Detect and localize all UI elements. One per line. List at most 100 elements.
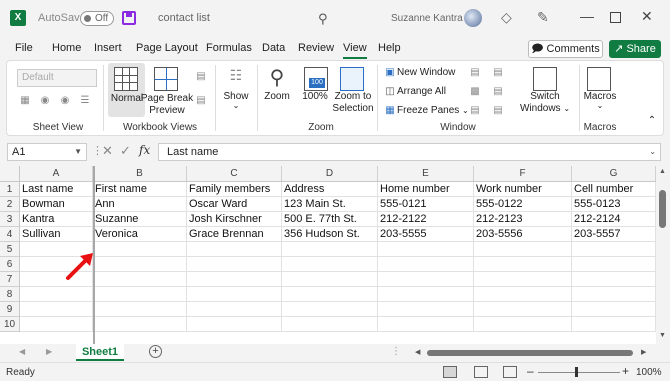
cell-b3[interactable]: Suzanne [93, 212, 187, 227]
cell-g7[interactable] [572, 272, 656, 287]
page-layout-status-icon[interactable] [474, 366, 488, 378]
row-header-3[interactable]: 3 [0, 212, 20, 227]
scroll-left-icon[interactable]: ◀ [415, 348, 420, 356]
column-header-a[interactable]: A [20, 166, 93, 182]
zoom-button[interactable]: Zoom [261, 91, 293, 102]
cell-f7[interactable] [474, 272, 572, 287]
cell-b9[interactable] [93, 302, 187, 317]
cell-c4[interactable]: Grace Brennan [187, 227, 282, 242]
vertical-scroll-thumb[interactable] [659, 190, 666, 228]
tab-home[interactable]: Home [52, 42, 81, 54]
cell-d1[interactable]: Address [282, 182, 378, 197]
horizontal-scrollbar[interactable]: ◀ ▶ [415, 348, 655, 358]
zoom-selection-label-2[interactable]: Selection [325, 103, 381, 114]
scroll-right-icon[interactable]: ▶ [641, 348, 646, 356]
cell-g8[interactable] [572, 287, 656, 302]
cell-a1[interactable]: Last name [20, 182, 93, 197]
cell-g9[interactable] [572, 302, 656, 317]
cell-a9[interactable] [20, 302, 93, 317]
view-side-by-side-icon[interactable]: ▤ [492, 67, 504, 79]
scroll-down-icon[interactable]: ▼ [659, 332, 666, 339]
cell-e6[interactable] [378, 257, 474, 272]
row-header-6[interactable]: 6 [0, 257, 20, 272]
column-header-f[interactable]: F [474, 166, 572, 182]
chevron-down-icon[interactable]: ⌄ [649, 144, 656, 160]
tab-data[interactable]: Data [262, 42, 285, 54]
cell-c10[interactable] [187, 317, 282, 332]
cell-e5[interactable] [378, 242, 474, 257]
row-header-2[interactable]: 2 [0, 197, 20, 212]
search-icon[interactable]: ⚲ [318, 11, 328, 27]
cell-f4[interactable]: 203-5556 [474, 227, 572, 242]
user-name[interactable]: Suzanne Kantra [391, 13, 463, 24]
new-window-button[interactable]: New Window [397, 67, 455, 78]
page-layout-view-icon[interactable]: ▤ [195, 71, 207, 83]
tab-help[interactable]: Help [378, 42, 401, 54]
cell-e7[interactable] [378, 272, 474, 287]
cell-e4[interactable]: 203-5555 [378, 227, 474, 242]
pen-icon[interactable]: ✎ [537, 9, 549, 26]
cancel-icon[interactable]: ✕ [102, 143, 113, 159]
sheet-nav-left-icon[interactable]: ◀ [19, 347, 25, 356]
page-break-status-icon[interactable] [503, 366, 517, 378]
sheet-view-exit-icon[interactable]: ◉ [39, 95, 51, 107]
cell-f9[interactable] [474, 302, 572, 317]
cell-e8[interactable] [378, 287, 474, 302]
minimize-button[interactable]: — [580, 8, 594, 24]
column-header-g[interactable]: G [572, 166, 656, 182]
zoom-slider-thumb[interactable] [575, 367, 578, 377]
row-header-10[interactable]: 10 [0, 317, 20, 332]
cell-f1[interactable]: Work number [474, 182, 572, 197]
cell-g1[interactable]: Cell number [572, 182, 656, 197]
switch-windows-button[interactable]: Windows ⌄ [515, 103, 575, 114]
autosave-toggle[interactable]: Off [80, 11, 114, 26]
custom-views-icon[interactable]: ▤ [195, 95, 207, 107]
maximize-button[interactable] [610, 12, 621, 23]
normal-view-status-icon[interactable] [443, 366, 457, 378]
tab-review[interactable]: Review [298, 42, 334, 54]
cell-b5[interactable] [93, 242, 187, 257]
insert-function-button[interactable]: fx [139, 143, 150, 157]
avatar[interactable] [464, 9, 482, 27]
cell-f10[interactable] [474, 317, 572, 332]
cell-g2[interactable]: 555-0123 [572, 197, 656, 212]
cell-b6[interactable] [93, 257, 187, 272]
cell-f3[interactable]: 212-2123 [474, 212, 572, 227]
page-break-preview-icon[interactable] [154, 67, 178, 91]
cell-c8[interactable] [187, 287, 282, 302]
share-button[interactable]: ↗ Share [609, 40, 661, 58]
unhide-icon[interactable]: ▤ [469, 105, 481, 117]
zoom-slider[interactable] [538, 372, 620, 373]
cell-d6[interactable] [282, 257, 378, 272]
cell-g3[interactable]: 212-2124 [572, 212, 656, 227]
cell-b2[interactable]: Ann [93, 197, 187, 212]
column-header-b[interactable]: B [93, 166, 187, 182]
cell-e1[interactable]: Home number [378, 182, 474, 197]
cell-c9[interactable] [187, 302, 282, 317]
cell-f6[interactable] [474, 257, 572, 272]
tab-formulas[interactable]: Formulas [206, 42, 252, 54]
cell-g4[interactable]: 203-5557 [572, 227, 656, 242]
row-header-8[interactable]: 8 [0, 287, 20, 302]
split-icon[interactable]: ▤ [469, 67, 481, 79]
zoom-selection-label-1[interactable]: Zoom to [325, 91, 381, 102]
row-header-4[interactable]: 4 [0, 227, 20, 242]
formula-input[interactable]: Last name ⌄ [158, 143, 661, 161]
cell-b7[interactable] [93, 272, 187, 287]
cell-b10[interactable] [93, 317, 187, 332]
close-button[interactable]: ✕ [641, 8, 653, 25]
save-icon[interactable] [122, 11, 136, 25]
diamond-icon[interactable]: ◇ [501, 9, 512, 26]
cell-d3[interactable]: 500 E. 77th St. [282, 212, 378, 227]
comments-button[interactable]: 🗩 Comments [528, 40, 603, 58]
tab-page-layout[interactable]: Page Layout [136, 42, 198, 54]
cell-a8[interactable] [20, 287, 93, 302]
zoom-out-icon[interactable]: – [527, 364, 534, 378]
cell-e10[interactable] [378, 317, 474, 332]
worksheet-grid[interactable]: ABCDEFG 1 2 3 4 5 6 7 8 9 10 Last name First name F… [0, 166, 670, 344]
cell-d8[interactable] [282, 287, 378, 302]
cell-c1[interactable]: Family members [187, 182, 282, 197]
vertical-scrollbar[interactable]: ▲ ▼ [656, 166, 670, 344]
cell-a2[interactable]: Bowman [20, 197, 93, 212]
row-header-5[interactable]: 5 [0, 242, 20, 257]
